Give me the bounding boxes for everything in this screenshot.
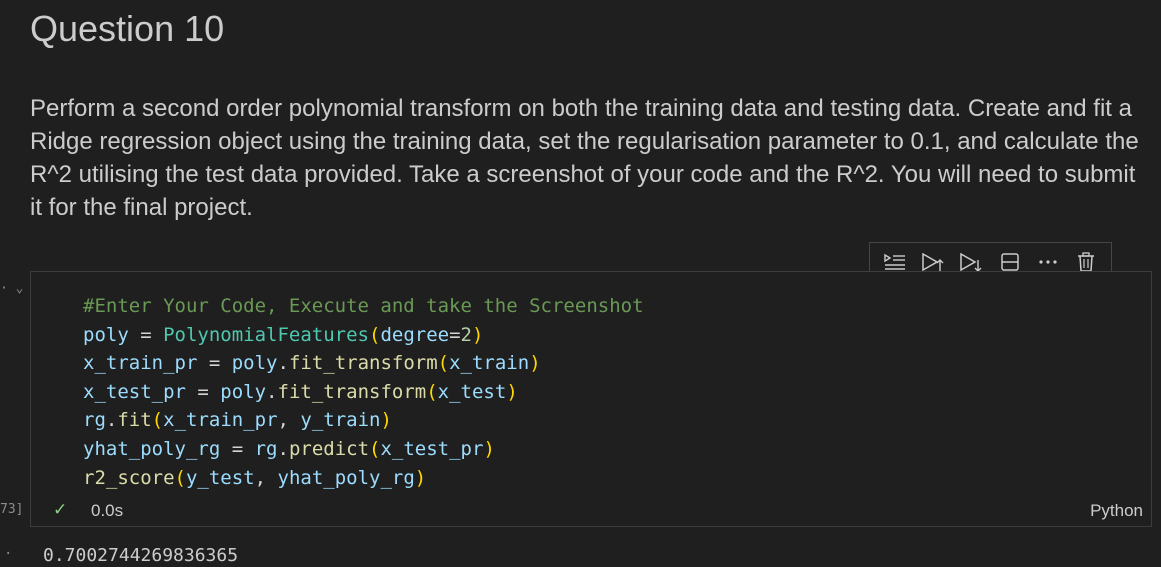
success-check-icon: ✓ bbox=[53, 500, 68, 519]
code-comment: #Enter Your Code, Execute and take the S… bbox=[83, 295, 644, 317]
code-token: x_test_pr bbox=[83, 380, 186, 403]
code-cell[interactable]: #Enter Your Code, Execute and take the S… bbox=[30, 271, 1152, 527]
code-token: degree bbox=[380, 323, 450, 346]
code-token: poly bbox=[83, 323, 129, 346]
code-token: PolynomialFeatures bbox=[163, 323, 369, 346]
code-token: yhat_poly_rg bbox=[83, 437, 221, 460]
cell-collapse-toggle[interactable]: · ⌄ bbox=[0, 281, 30, 299]
cell-output: 0.7002744269836365 bbox=[43, 545, 239, 566]
code-token: fit_transform bbox=[288, 352, 438, 375]
execution-duration: 0.0s bbox=[91, 501, 124, 520]
code-editor[interactable]: #Enter Your Code, Execute and take the S… bbox=[83, 292, 644, 492]
markdown-description: Perform a second order polynomial transf… bbox=[30, 95, 1139, 221]
cell-status-bar: ✓ 0.0s Python bbox=[31, 500, 1151, 524]
execution-count: 73] bbox=[0, 502, 24, 517]
code-token: 2 bbox=[460, 323, 472, 346]
output-marker[interactable]: · bbox=[4, 546, 12, 562]
code-token: = bbox=[128, 323, 164, 346]
markdown-heading: Question 10 bbox=[30, 8, 225, 49]
language-selector[interactable]: Python bbox=[1090, 501, 1143, 521]
code-token: r2_score bbox=[83, 466, 175, 489]
code-token: x_train_pr bbox=[83, 352, 198, 375]
code-token: rg bbox=[83, 409, 106, 432]
